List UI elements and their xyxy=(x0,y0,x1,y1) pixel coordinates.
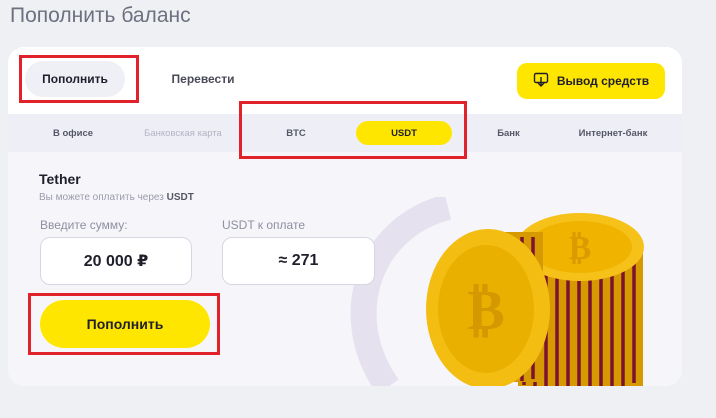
method-office[interactable]: В офисе xyxy=(38,121,108,145)
page-title: Пополнить баланс xyxy=(10,4,191,27)
payment-methods: В офисе Банковская карта BTC USDT Банк И… xyxy=(8,114,682,152)
withdraw-button[interactable]: Вывод средств xyxy=(517,63,665,99)
amount-label: Введите сумму: xyxy=(40,218,128,232)
amount-input[interactable]: 20 000 ₽ xyxy=(40,237,192,285)
tab-deposit[interactable]: Пополнить xyxy=(25,61,125,97)
tab-transfer[interactable]: Перевести xyxy=(158,61,248,97)
subtitle-coin: USDT xyxy=(166,192,194,203)
withdraw-label: Вывод средств xyxy=(556,74,650,88)
coin-title: Tether xyxy=(39,171,81,187)
coin-subtitle: Вы можете оплатить через USDT xyxy=(39,192,194,203)
method-bank-card[interactable]: Банковская карта xyxy=(133,121,233,145)
method-usdt[interactable]: USDT xyxy=(356,121,452,145)
method-btc[interactable]: BTC xyxy=(266,121,326,145)
method-bank[interactable]: Банк xyxy=(481,121,536,145)
bitcoin-coins-illustration: ₿ ₿ xyxy=(426,213,644,386)
deposit-card: Пополнить Перевести Вывод средств В офис… xyxy=(8,47,682,386)
method-internet-bank[interactable]: Интернет-банк xyxy=(568,121,658,145)
svg-text:₿: ₿ xyxy=(569,228,592,268)
subtitle-text: Вы можете оплатить через xyxy=(39,192,164,203)
submit-deposit-button[interactable]: Пополнить xyxy=(40,300,210,348)
pay-label: USDT к оплате xyxy=(222,218,305,232)
coin-upright: ₿ xyxy=(426,229,550,386)
svg-text:₿: ₿ xyxy=(467,278,504,343)
top-bar: Пополнить Перевести Вывод средств xyxy=(8,47,682,114)
withdraw-icon xyxy=(533,72,549,91)
